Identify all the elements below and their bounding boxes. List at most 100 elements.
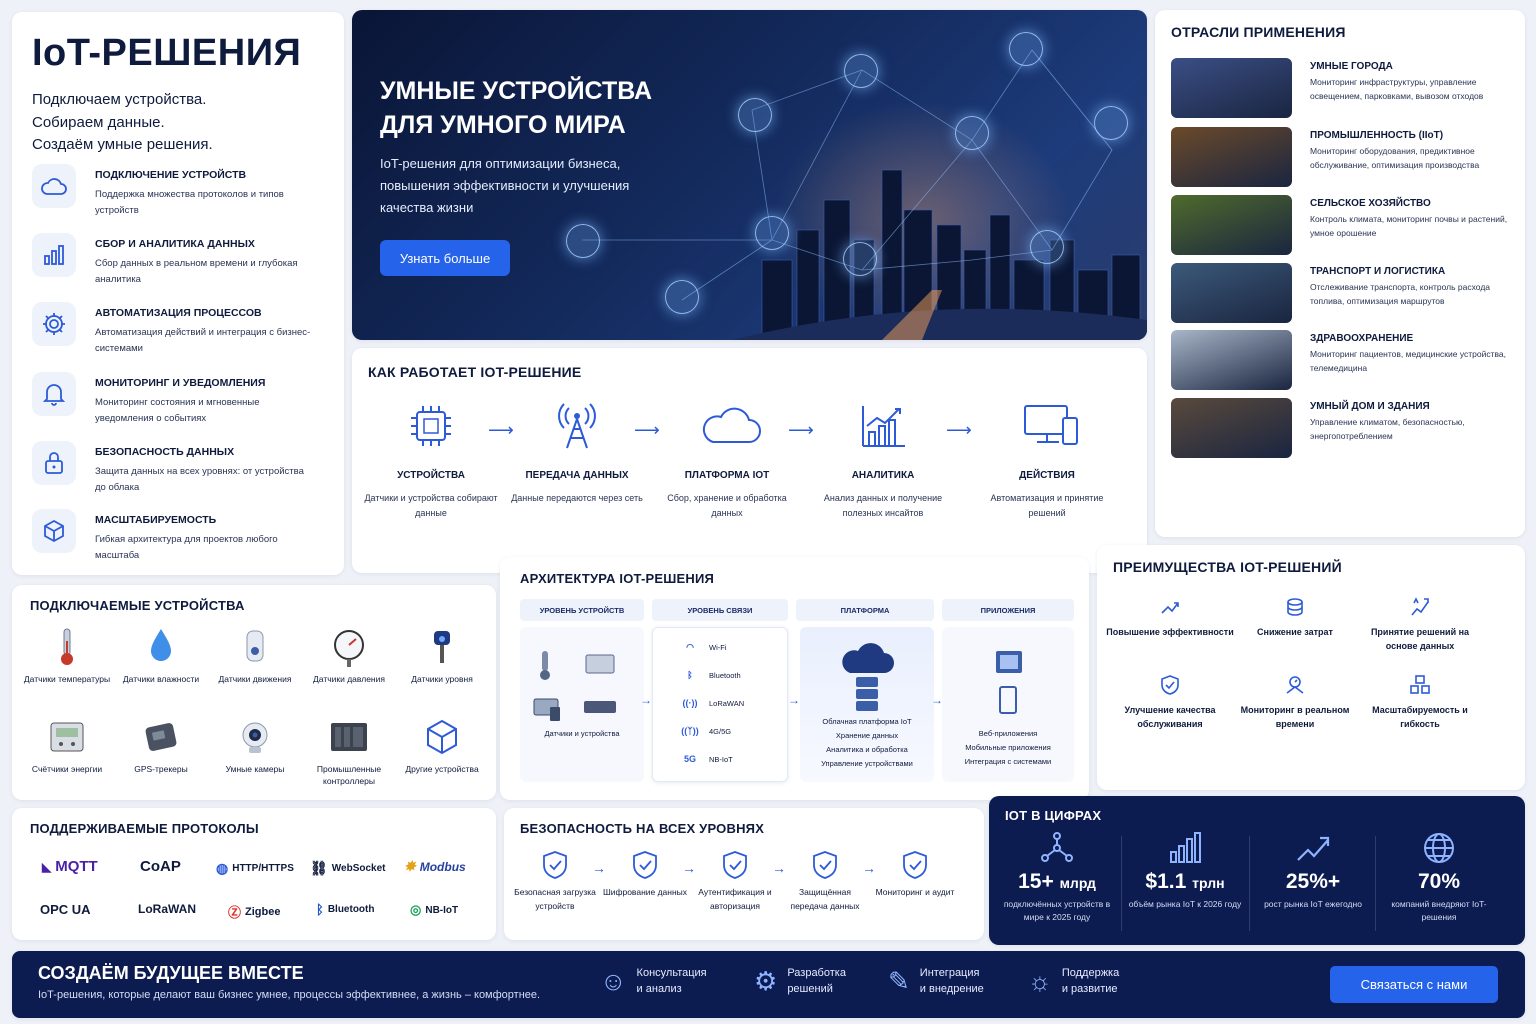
device-item: GPS-трекеры xyxy=(116,715,206,775)
benefit-item: Принятие решений на основе данных xyxy=(1355,595,1485,653)
benefit-item: Масштабируемость и гибкость xyxy=(1355,673,1485,731)
4g-icon: ((ᛉ)) xyxy=(681,726,699,736)
device-item: Промышленные контроллеры xyxy=(304,715,394,787)
develop-icon: ⚙ xyxy=(754,965,778,996)
lorawan-icon: ((·)) xyxy=(682,698,698,708)
industry-row[interactable]: ТРАНСПОРТ И ЛОГИСТИКА Отслеживание трансп… xyxy=(1171,263,1511,323)
applications-layer-label: Веб-приложения Мобильные приложения Интегр… xyxy=(964,729,1052,766)
protocol-nb-iot: ◎ NB-IoT xyxy=(410,902,459,917)
device-item: Датчики давления xyxy=(304,625,394,685)
industry-title: УМНЫЙ ДОМ И ЗДАНИЯ xyxy=(1310,401,1430,412)
section-title: ПОДКЛЮЧАЕМЫЕ УСТРОЙСТВА xyxy=(30,598,245,613)
industry-photo xyxy=(1171,58,1292,118)
connection-item: ◠ Wi-Fi xyxy=(681,642,726,653)
service-item: ⚙ Разработка решений xyxy=(754,965,846,996)
feature-security: БЕЗОПАСНОСТЬ ДАННЫХ Защита данных на все… xyxy=(32,441,332,501)
device-label: Промышленные контроллеры xyxy=(316,764,382,786)
industry-title: СЕЛЬСКОЕ ХОЗЯЙСТВО xyxy=(1310,198,1431,209)
step-devices: УСТРОЙСТВА Датчики и устройства собирают… xyxy=(356,398,506,521)
device-item: Умные камеры xyxy=(210,715,300,775)
stat-value: 70% xyxy=(1417,870,1461,893)
scale-icon xyxy=(1408,673,1432,697)
benefit-item: Мониторинг в реальном времени xyxy=(1230,673,1360,731)
bell-icon xyxy=(32,372,76,416)
devices-illustration xyxy=(533,651,616,721)
step-platform: ПЛАТФОРМА IOT Сбор, хранение и обработка… xyxy=(652,398,802,521)
bluetooth-icon: ᛒ xyxy=(687,670,693,680)
protocol-lorawan: LoRaWAN xyxy=(138,902,196,916)
stat-item: 15+ млрд подключённых устройств в мире к … xyxy=(995,830,1119,924)
cloud-node-icon xyxy=(665,280,699,314)
device-label: Датчики уровня xyxy=(411,674,473,684)
industry-row[interactable]: СЕЛЬСКОЕ ХОЗЯЙСТВО Контроль климата, мони… xyxy=(1171,195,1511,255)
thermometer-icon xyxy=(45,625,89,669)
device-label: Счётчики энергии xyxy=(31,764,103,774)
shield-check-icon xyxy=(1158,673,1182,697)
stat-label: подключённых устройств в мире к 2025 год… xyxy=(1003,899,1111,922)
step-analytics: АНАЛИТИКА Анализ данных и получение поле… xyxy=(808,398,958,521)
bar-chart-icon xyxy=(1123,830,1247,866)
security-item: Защищённая передача данных xyxy=(780,850,870,913)
divider xyxy=(1249,836,1250,931)
cube-icon xyxy=(420,715,464,759)
page-title: IoT-РЕШЕНИЯ xyxy=(32,32,302,74)
learn-more-button[interactable]: Узнать больше xyxy=(380,240,510,276)
5g-icon: 5G xyxy=(683,754,696,764)
benefit-item: Повышение эффективности xyxy=(1105,595,1235,639)
feature-monitoring: МОНИТОРИНГ И УВЕДОМЛЕНИЯ Мониторинг сост… xyxy=(32,372,332,432)
cloud-icon xyxy=(699,398,761,454)
industries-card: ОТРАСЛИ ПРИМЕНЕНИЯ УМНЫЕ ГОРОДА Мониторин… xyxy=(1155,10,1525,537)
device-label: Другие устройства xyxy=(405,764,479,774)
shield-check-icon xyxy=(600,850,690,880)
benefit-label: Повышение эффективности xyxy=(1106,627,1234,637)
industry-desc: Мониторинг пациентов, медицинские устрой… xyxy=(1310,349,1506,373)
shield-check-icon xyxy=(870,850,960,880)
column-header: ПЛАТФОРМА xyxy=(796,599,934,621)
contact-us-button[interactable]: Связаться с нами xyxy=(1330,966,1498,1003)
arrow-right-icon: → xyxy=(788,693,800,707)
protocol-modbus: ✸ Modbus xyxy=(404,858,466,874)
network-icon xyxy=(995,830,1119,866)
pressure-gauge-icon xyxy=(327,625,371,669)
shield-check-icon xyxy=(780,850,870,880)
hero-banner: УМНЫЕ УСТРОЙСТВА ДЛЯ УМНОГО МИРА IoT-реше… xyxy=(352,10,1147,340)
industry-row[interactable]: УМНЫЕ ГОРОДА Мониторинг инфраструктуры, у… xyxy=(1171,58,1511,118)
thermometer-node-icon xyxy=(755,216,789,250)
industry-row[interactable]: ПРОМЫШЛЕННОСТЬ (IIoT) Мониторинг оборудов… xyxy=(1171,127,1511,187)
devices-layer-label: Датчики и устройства xyxy=(544,729,620,738)
section-title: IOT В ЦИФРАХ xyxy=(1005,808,1102,823)
cloud-node-icon xyxy=(1009,32,1043,66)
industry-desc: Отслеживание транспорта, контроль расход… xyxy=(1310,282,1491,306)
protocol-coap: CoAP xyxy=(140,858,181,875)
service-item: ✎ Интеграция и внедрение xyxy=(888,965,984,996)
device-item: Датчики движения xyxy=(210,625,300,685)
support-icon: ☼ xyxy=(1028,965,1052,996)
stat-label: компаний внедряют IoT-решения xyxy=(1391,899,1487,922)
industry-title: УМНЫЕ ГОРОДА xyxy=(1310,61,1393,72)
trend-up-icon xyxy=(1251,830,1375,866)
footer-subtitle: IoT-решения, которые делают ваш бизнес у… xyxy=(38,989,541,1001)
platform-layer: Облачная платформа IoT Хранение данных Ана… xyxy=(800,627,934,782)
stat-label: рост рынка IoT ежегодно xyxy=(1264,899,1362,909)
feature-analytics: СБОР И АНАЛИТИКА ДАННЫХ Сбор данных в ре… xyxy=(32,233,332,293)
stat-item: 25%+ рост рынка IoT ежегодно xyxy=(1251,830,1375,911)
device-label: Датчики движения xyxy=(218,674,292,684)
benefit-label: Улучшение качества обслуживания xyxy=(1124,705,1216,729)
wifi-node-icon xyxy=(955,116,989,150)
industry-row[interactable]: ЗДРАВООХРАНЕНИЕ Мониторинг пациентов, мед… xyxy=(1171,330,1511,390)
industry-row[interactable]: УМНЫЙ ДОМ И ЗДАНИЯ Управление климатом, б… xyxy=(1171,398,1511,458)
section-title: ПРЕИМУЩЕСТВА IOT-РЕШЕНИЙ xyxy=(1113,559,1342,575)
security-label: Защищённая передача данных xyxy=(790,887,860,911)
consult-icon: ☺ xyxy=(600,965,627,996)
camera-icon xyxy=(233,715,277,759)
intro-text: Подключаем устройства. Собираем данные. … xyxy=(32,91,213,153)
sensor-node-icon xyxy=(1094,106,1128,140)
security-item: Безопасная загрузка устройств xyxy=(510,850,600,913)
integration-icon: ✎ xyxy=(888,965,910,996)
bar-chart-icon xyxy=(32,233,76,277)
devices-card: ПОДКЛЮЧАЕМЫЕ УСТРОЙСТВА Датчики температ… xyxy=(12,585,496,800)
service-item: ☼ Поддержка и развитие xyxy=(1028,965,1120,996)
efficiency-icon xyxy=(1158,595,1182,619)
device-label: Датчики влажности xyxy=(122,674,200,684)
hero-title: УМНЫЕ УСТРОЙСТВА ДЛЯ УМНОГО МИРА xyxy=(380,77,653,139)
